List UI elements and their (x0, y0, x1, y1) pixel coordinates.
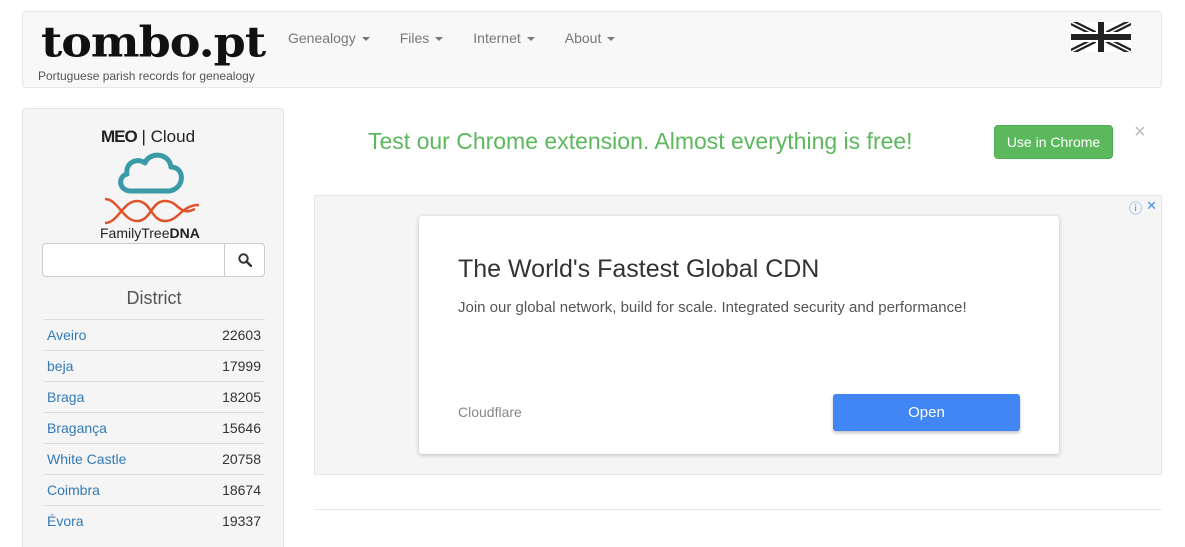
dna-helix-icon (104, 197, 200, 225)
nav-files-label: Files (399, 30, 430, 46)
list-item: Aveiro 22603 (43, 319, 265, 350)
nav-genealogy-label: Genealogy (288, 30, 356, 46)
district-link-beja[interactable]: beja (47, 358, 73, 374)
district-count: 18205 (222, 389, 261, 405)
ad-description: Join our global network, build for scale… (458, 299, 967, 316)
district-heading: District (126, 288, 182, 308)
uk-flag-icon[interactable] (1071, 22, 1131, 52)
caret-down-icon (526, 37, 535, 42)
search-button[interactable] (225, 243, 265, 277)
nav-genealogy-dropdown[interactable]: Genealogy (273, 28, 385, 48)
district-count: 22603 (222, 327, 261, 343)
sidebar: MEO | Cloud FamilyTreeDNA District Aveir… (22, 108, 284, 547)
search-input[interactable] (42, 243, 225, 277)
meo-separator: | (141, 127, 146, 146)
list-item: Braga 18205 (43, 381, 265, 412)
district-link-evora[interactable]: Évora (47, 513, 84, 529)
ad-advertiser: Cloudflare (458, 404, 522, 420)
top-navbar: tombo.pt Portuguese parish records for g… (22, 11, 1162, 88)
nav-internet-dropdown[interactable]: Internet (458, 28, 549, 48)
familytreedna-logo[interactable]: FamilyTreeDNA (100, 225, 200, 241)
nav-internet-label: Internet (473, 30, 521, 46)
district-count: 18674 (222, 482, 261, 498)
district-link-white-castle[interactable]: White Castle (47, 451, 126, 467)
ad-open-button[interactable]: Open (833, 394, 1020, 431)
district-link-coimbra[interactable]: Coimbra (47, 482, 100, 498)
cloud-icon (118, 152, 184, 194)
main-menu: Genealogy Files Internet About (273, 28, 630, 48)
district-link-braga[interactable]: Braga (47, 389, 84, 405)
district-count: 19337 (222, 513, 261, 529)
list-item: beja 17999 (43, 350, 265, 381)
list-item: Évora 19337 (43, 505, 265, 536)
use-in-chrome-button[interactable]: Use in Chrome (994, 125, 1113, 159)
ad-close-icon[interactable]: ✕ (1146, 198, 1157, 217)
meo-brand: MEO (101, 127, 138, 146)
brand-logo[interactable]: tombo.pt (41, 18, 266, 66)
district-link-braganca[interactable]: Bragança (47, 420, 107, 436)
district-count: 17999 (222, 358, 261, 374)
list-item: Coimbra 18674 (43, 474, 265, 505)
district-list: Aveiro 22603 beja 17999 Braga 18205 Brag… (43, 319, 265, 536)
ftdna-part1: FamilyTree (100, 225, 170, 241)
content-divider (314, 509, 1162, 510)
nav-files-dropdown[interactable]: Files (385, 28, 459, 48)
list-item: White Castle 20758 (43, 443, 265, 474)
ad-info-icon[interactable]: ⓘ (1129, 198, 1142, 217)
nav-about-label: About (564, 30, 602, 46)
search-group (42, 243, 265, 277)
district-link-aveiro[interactable]: Aveiro (47, 327, 86, 343)
brand-tagline: Portuguese parish records for genealogy (38, 69, 255, 83)
district-count: 20758 (222, 451, 261, 467)
nav-about-dropdown[interactable]: About (550, 28, 631, 48)
ad-container: ⓘ ✕ The World's Fastest Global CDN Join … (314, 195, 1162, 475)
ftdna-part2: DNA (169, 225, 200, 241)
caret-down-icon (607, 37, 616, 42)
meo-cloud-logo[interactable]: MEO | Cloud (101, 127, 195, 147)
ad-badges: ⓘ ✕ (1129, 198, 1157, 217)
close-promo-icon[interactable]: × (1134, 122, 1146, 142)
search-icon (237, 253, 252, 267)
chrome-extension-promo: Test our Chrome extension. Almost everyt… (368, 128, 913, 154)
ad-headline[interactable]: The World's Fastest Global CDN (458, 255, 819, 284)
district-count: 15646 (222, 420, 261, 436)
caret-down-icon (361, 37, 370, 42)
list-item: Bragança 15646 (43, 412, 265, 443)
meo-product: Cloud (150, 127, 196, 146)
ad-card[interactable]: The World's Fastest Global CDN Join our … (419, 216, 1059, 454)
caret-down-icon (435, 37, 444, 42)
brand[interactable]: tombo.pt (41, 16, 266, 68)
